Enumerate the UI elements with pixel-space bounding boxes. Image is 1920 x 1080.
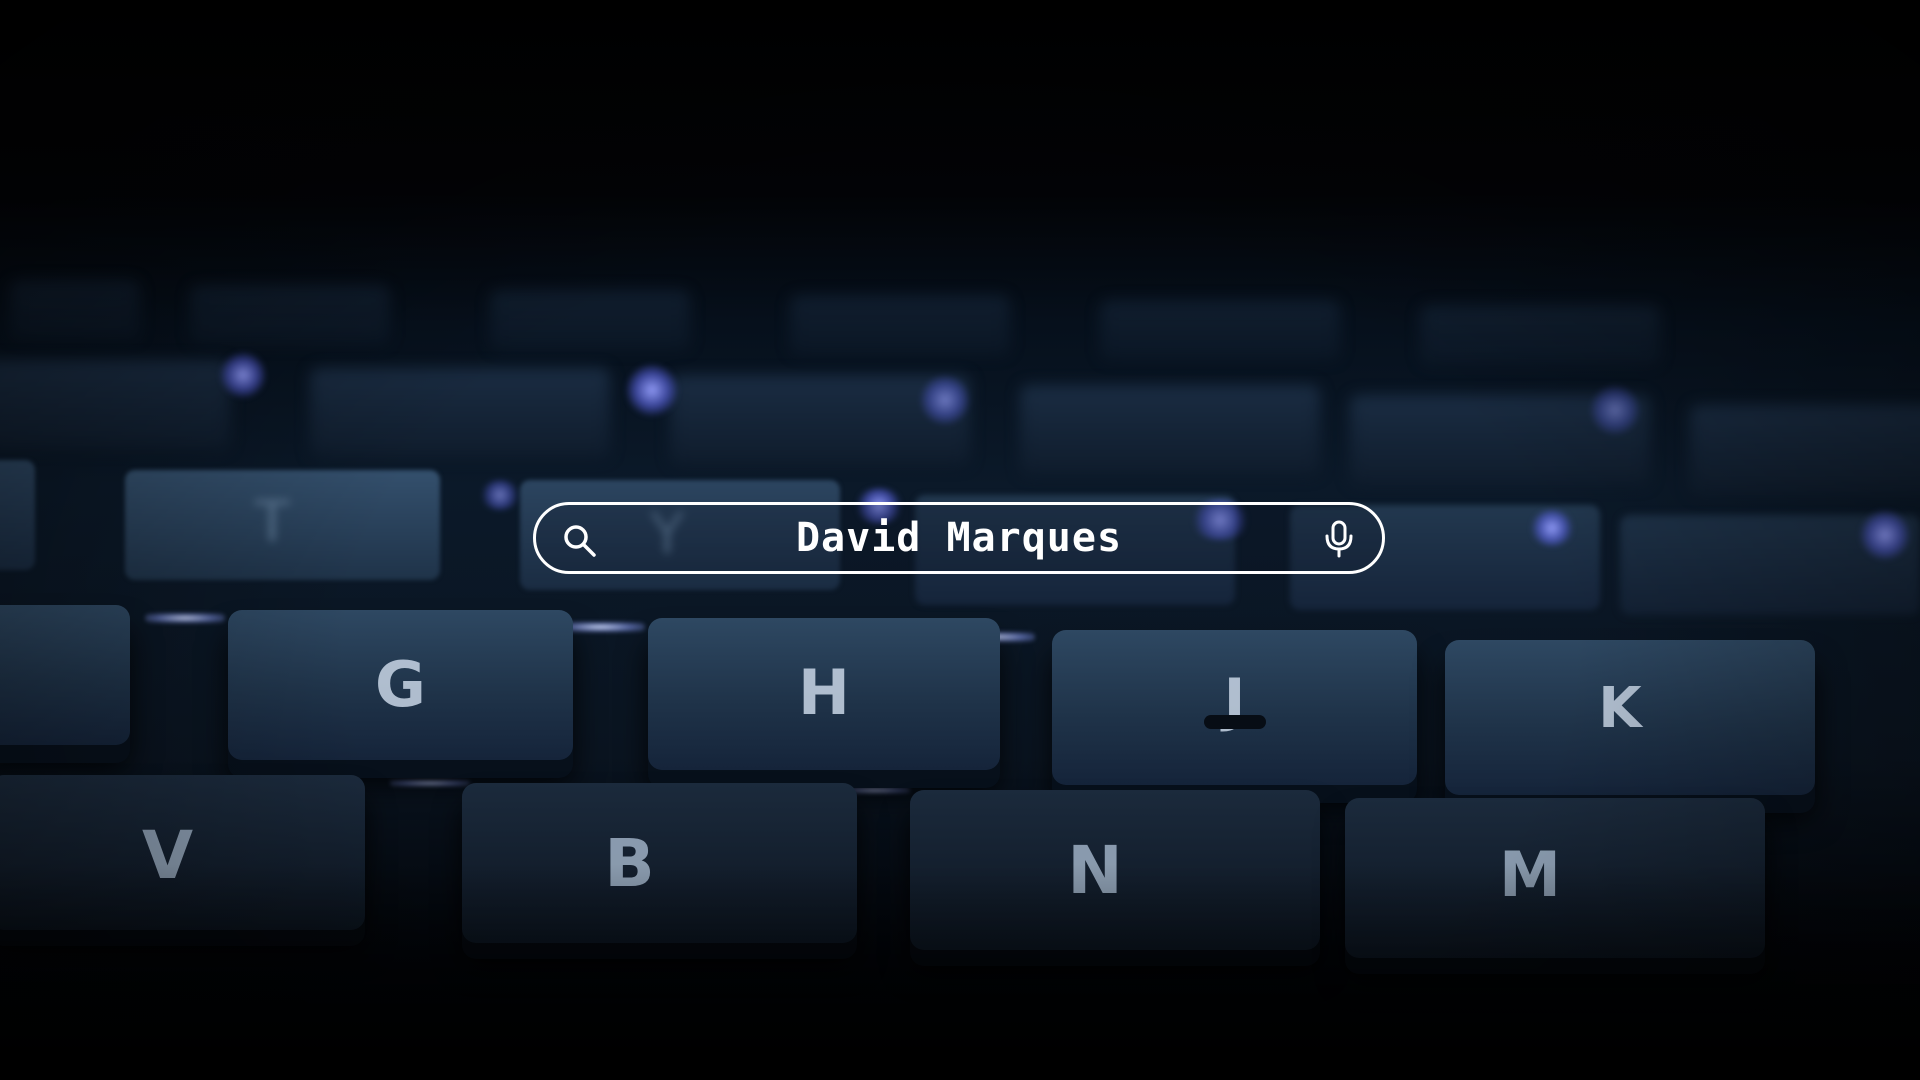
key-t-label: T [255, 490, 290, 555]
key-v-label: V [141, 817, 194, 894]
key-k: K [1445, 640, 1815, 795]
key-b-label: B [604, 825, 655, 902]
key-h: H [648, 618, 1000, 770]
j-key-bump [1204, 715, 1266, 729]
key-n-label: N [1067, 832, 1123, 909]
key-h-label: H [798, 656, 850, 729]
key-m: M [1345, 798, 1765, 958]
backlight-bokeh [1530, 510, 1574, 546]
key-m-label: M [1499, 838, 1561, 911]
key-n: N [910, 790, 1320, 950]
backlight-bokeh [480, 480, 520, 510]
backlight-bokeh [626, 364, 678, 416]
key-t: T [125, 470, 440, 580]
key-j: J [1052, 630, 1417, 785]
key-k-label: K [1598, 676, 1642, 741]
backlight-bokeh [220, 352, 266, 398]
backlight-glow [145, 613, 225, 623]
search-icon[interactable] [562, 523, 598, 559]
backlight-glow [390, 780, 470, 786]
search-bar[interactable]: David Marques [533, 502, 1385, 574]
key-g: G [228, 610, 573, 760]
key-g-label: G [375, 648, 426, 721]
backlight-bokeh [920, 375, 970, 425]
key-b: B [462, 783, 857, 943]
search-input[interactable]: David Marques [626, 505, 1292, 571]
keyboard-background: T Y G H J K V B N M David Marques [0, 0, 1920, 1080]
key-left-edge [0, 605, 130, 745]
mic-icon[interactable] [1324, 520, 1354, 558]
backlight-bokeh [1860, 510, 1910, 560]
backlight-bokeh [1590, 385, 1640, 435]
key-v: V [0, 775, 365, 930]
blurred-key-row-top [0, 280, 1920, 370]
